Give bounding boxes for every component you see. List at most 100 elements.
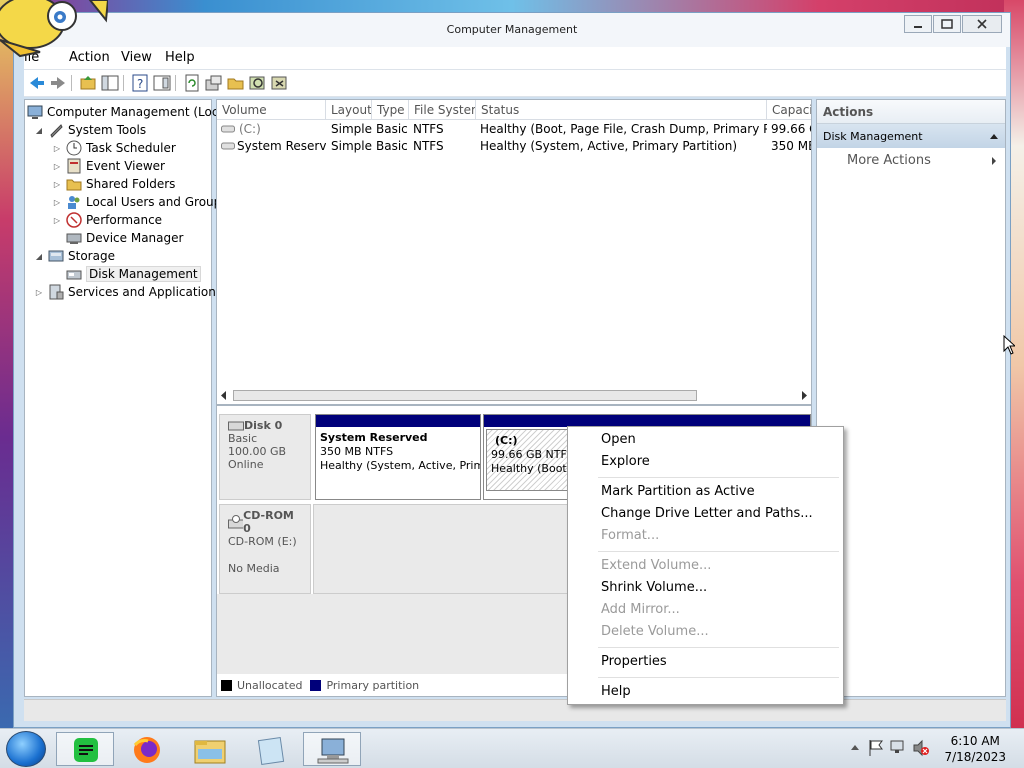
ctx-shrink-volume[interactable]: Shrink Volume...	[601, 578, 707, 598]
settings-icon[interactable]	[271, 74, 289, 92]
taskbar-app-computer-management[interactable]	[303, 732, 361, 766]
column-header-type[interactable]: Type	[372, 100, 409, 120]
column-header-layout[interactable]: Layout	[326, 100, 372, 120]
taskbar-app-notes[interactable]	[56, 732, 114, 766]
ctx-format: Format...	[601, 528, 660, 543]
drive-icon	[221, 125, 235, 133]
forward-icon[interactable]	[49, 74, 67, 92]
minimize-button[interactable]	[904, 15, 932, 33]
ctx-mark-active[interactable]: Mark Partition as Active	[601, 482, 755, 502]
ctx-open[interactable]: Open	[601, 430, 636, 450]
clock-icon	[66, 140, 82, 156]
menu-bar: ile Action View Help	[24, 47, 1006, 69]
open-folder-icon[interactable]	[227, 74, 245, 92]
volume-muted-icon[interactable]	[912, 739, 930, 757]
expand-icon[interactable]: ▷	[51, 196, 63, 208]
title-bar[interactable]: Computer Management	[14, 13, 1010, 47]
properties-icon[interactable]	[153, 74, 171, 92]
tree-item-services[interactable]: ▷ Services and Applications	[33, 283, 222, 301]
tree-item-performance[interactable]: ▷ Performance	[51, 211, 162, 229]
cdrom-0-label[interactable]: CD-ROM 0 CD-ROM (E:) No Media	[219, 504, 311, 594]
fs-cell: NTFS	[413, 122, 444, 136]
show-hidden-icons-icon[interactable]	[850, 743, 860, 751]
help-icon[interactable]: ?	[131, 74, 149, 92]
refresh-icon[interactable]	[183, 74, 201, 92]
scrollbar-thumb[interactable]	[233, 390, 697, 401]
column-header-volume[interactable]: Volume	[217, 100, 326, 120]
expand-icon[interactable]: ▷	[51, 142, 63, 154]
close-button[interactable]	[962, 15, 1002, 33]
folder-icon	[194, 740, 226, 764]
menu-view[interactable]: View	[121, 50, 152, 65]
tree-item-event-viewer[interactable]: ▷ Event Viewer	[51, 157, 165, 175]
ctx-delete-volume: Delete Volume...	[601, 624, 709, 639]
primary-swatch	[310, 680, 322, 691]
clock[interactable]: 6:10 AM 7/18/2023	[944, 733, 1006, 765]
close-icon	[977, 19, 987, 29]
toolbar-separator	[123, 75, 124, 91]
partition-status: Healthy (System, Active, Primar	[320, 459, 480, 472]
fs-cell: NTFS	[413, 139, 444, 153]
notes-app-icon	[74, 738, 98, 762]
clock-date: 7/18/2023	[944, 750, 1006, 764]
maximize-button[interactable]	[933, 15, 961, 33]
network-icon[interactable]	[890, 739, 908, 757]
toolbar: ?	[24, 69, 1006, 97]
tree-label-root: Computer Management (Local)	[47, 105, 234, 119]
ctx-change-drive-letter[interactable]: Change Drive Letter and Paths...	[601, 504, 813, 524]
column-header-status[interactable]: Status	[476, 100, 767, 120]
more-actions[interactable]: More Actions	[817, 148, 1005, 172]
volume-cell: (C:)	[239, 122, 261, 136]
flag-icon[interactable]	[868, 739, 884, 757]
expand-icon[interactable]: ▷	[51, 178, 63, 190]
tree-item-task-scheduler[interactable]: ▷ Task Scheduler	[51, 139, 176, 157]
search-icon[interactable]	[249, 74, 267, 92]
tree-item-storage[interactable]: ◢ Storage	[33, 247, 115, 265]
disk-name: Disk 0	[244, 419, 283, 432]
tree-item-shared-folders[interactable]: ▷ Shared Folders	[51, 175, 175, 193]
column-header-file-system[interactable]: File System	[409, 100, 476, 120]
tree-item-root[interactable]: Computer Management (Local)	[27, 103, 234, 121]
collapse-icon[interactable]: ◢	[33, 124, 45, 136]
cdrom-status: No Media	[228, 562, 280, 575]
scroll-right-icon[interactable]	[799, 390, 809, 401]
tree-item-local-users[interactable]: ▷ Local Users and Groups	[51, 193, 228, 211]
start-button[interactable]	[6, 731, 46, 767]
expand-icon[interactable]: ▷	[51, 214, 63, 226]
scroll-left-icon[interactable]	[219, 390, 229, 401]
clock-time: 6:10 AM	[950, 734, 1000, 748]
show-hide-tree-icon[interactable]	[101, 74, 119, 92]
legend-unallocated: Unallocated	[237, 679, 303, 692]
collapse-up-icon[interactable]	[989, 132, 999, 140]
ctx-properties[interactable]: Properties	[601, 652, 667, 672]
actions-section-disk-management[interactable]: Disk Management	[817, 124, 1005, 148]
partition-system-reserved[interactable]: System Reserved 350 MB NTFS Healthy (Sys…	[315, 414, 481, 500]
tree-item-disk-management[interactable]: Disk Management	[66, 265, 201, 283]
menu-help[interactable]: Help	[165, 50, 195, 65]
tree-item-system-tools[interactable]: ◢ System Tools	[33, 121, 146, 139]
column-header-capacity[interactable]: Capacity	[767, 100, 811, 120]
collapse-icon[interactable]: ◢	[33, 250, 45, 262]
expand-icon[interactable]: ▷	[51, 160, 63, 172]
rescan-icon[interactable]	[205, 74, 223, 92]
layout-cell: Simple	[331, 122, 372, 136]
performance-icon	[66, 212, 82, 228]
horizontal-scrollbar[interactable]	[217, 387, 811, 404]
taskbar-app-explorer[interactable]	[180, 732, 238, 766]
up-folder-icon[interactable]	[79, 74, 97, 92]
tree-item-device-manager[interactable]: Device Manager	[66, 229, 183, 247]
back-icon[interactable]	[28, 74, 46, 92]
ctx-extend-volume: Extend Volume...	[601, 558, 712, 573]
disk-0-label[interactable]: Disk 0 Basic 100.00 GB Online	[219, 414, 311, 500]
expand-icon[interactable]: ▷	[33, 286, 45, 298]
drive-icon	[221, 142, 235, 150]
legend: Unallocated Primary partition	[221, 679, 419, 692]
users-icon	[66, 194, 82, 210]
minimize-icon	[914, 26, 922, 28]
taskbar-app-notepad[interactable]	[242, 732, 300, 766]
ctx-help[interactable]: Help	[601, 682, 631, 702]
ctx-explore[interactable]: Explore	[601, 452, 650, 472]
taskbar-app-firefox[interactable]	[117, 732, 175, 766]
status-cell: Healthy (System, Active, Primary Partiti…	[480, 139, 738, 153]
event-viewer-icon	[66, 158, 82, 174]
